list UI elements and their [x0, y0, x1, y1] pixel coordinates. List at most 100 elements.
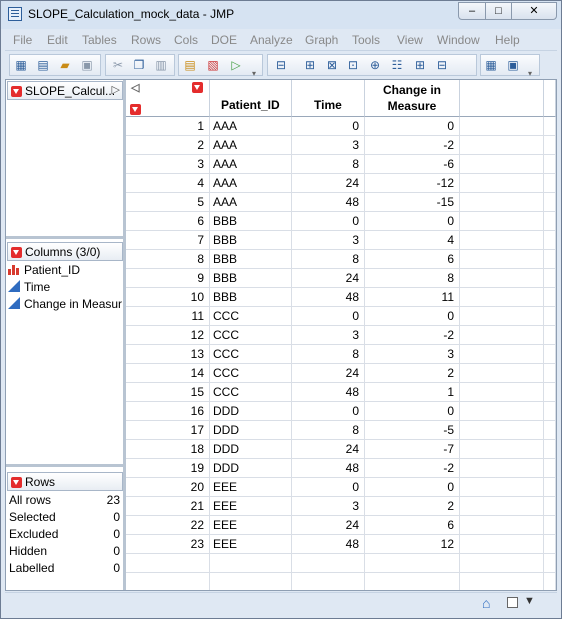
row-number[interactable]: 11 [126, 307, 210, 326]
panel-divider[interactable] [6, 236, 123, 239]
time-cell[interactable]: 24 [292, 269, 365, 288]
row-number[interactable]: 12 [126, 326, 210, 345]
change-in-measure-cell[interactable]: 2 [365, 497, 460, 516]
time-cell[interactable]: 3 [292, 231, 365, 250]
toolbar-grip-icon[interactable]: ▾ [252, 70, 260, 78]
data-table-icon[interactable]: ▤ [183, 58, 197, 72]
change-in-measure-cell[interactable]: -2 [365, 136, 460, 155]
patient-id-cell[interactable]: DDD [210, 459, 292, 478]
open-folder-icon[interactable]: ▰ [58, 58, 72, 72]
cut-icon[interactable]: ✂ [111, 58, 125, 72]
columns-red-triangle-icon[interactable] [192, 82, 203, 93]
fit-model-icon[interactable]: ⊠ [325, 58, 339, 72]
time-cell[interactable]: 48 [292, 383, 365, 402]
columns-panel-header[interactable]: Columns (3/0) [7, 242, 123, 261]
change-in-measure-cell[interactable]: 0 [365, 212, 460, 231]
select-all-arrow-icon[interactable]: ◁ [131, 81, 139, 94]
minimize-button[interactable]: – [458, 2, 486, 20]
change-in-measure-cell[interactable]: -6 [365, 155, 460, 174]
expand-arrow-icon[interactable]: ▷ [112, 83, 120, 96]
row-number[interactable]: 21 [126, 497, 210, 516]
menu-tables[interactable]: Tables [82, 33, 117, 47]
change-in-measure-cell[interactable]: 11 [365, 288, 460, 307]
menu-window[interactable]: Window [437, 33, 480, 47]
row-number[interactable]: 23 [126, 535, 210, 554]
change-in-measure-cell[interactable]: 3 [365, 345, 460, 364]
time-cell[interactable]: 48 [292, 193, 365, 212]
row-number[interactable]: 17 [126, 421, 210, 440]
tabulate-icon[interactable]: ▦ [484, 58, 498, 72]
change-in-measure-cell[interactable]: 0 [365, 402, 460, 421]
graph-builder-icon[interactable]: ⊞ [413, 58, 427, 72]
patient-id-cell[interactable]: BBB [210, 269, 292, 288]
menu-doe[interactable]: DOE [211, 33, 237, 47]
time-cell[interactable]: 0 [292, 117, 365, 136]
time-cell[interactable]: 24 [292, 440, 365, 459]
red-triangle-icon[interactable] [11, 477, 22, 488]
column-header-change-in-measure[interactable]: Change in Measure [365, 80, 460, 117]
time-cell[interactable]: 48 [292, 288, 365, 307]
patient-id-cell[interactable]: CCC [210, 307, 292, 326]
row-number[interactable]: 18 [126, 440, 210, 459]
row-number[interactable]: 1 [126, 117, 210, 136]
patient-id-cell[interactable]: BBB [210, 212, 292, 231]
time-cell[interactable]: 0 [292, 307, 365, 326]
rows-panel-header[interactable]: Rows [7, 472, 123, 491]
red-triangle-icon[interactable] [11, 86, 22, 97]
summary-icon[interactable]: ▣ [506, 58, 520, 72]
row-number[interactable]: 10 [126, 288, 210, 307]
row-number[interactable]: 9 [126, 269, 210, 288]
patient-id-cell[interactable]: AAA [210, 193, 292, 212]
time-cell[interactable]: 3 [292, 326, 365, 345]
row-number[interactable]: 2 [126, 136, 210, 155]
change-in-measure-cell[interactable]: 8 [365, 269, 460, 288]
patient-id-cell[interactable]: CCC [210, 383, 292, 402]
row-number[interactable]: 15 [126, 383, 210, 402]
multivariate-icon[interactable]: ⊡ [346, 58, 360, 72]
patient-id-cell[interactable]: DDD [210, 402, 292, 421]
change-in-measure-cell[interactable]: -12 [365, 174, 460, 193]
change-in-measure-cell[interactable]: 12 [365, 535, 460, 554]
patient-id-cell[interactable]: AAA [210, 136, 292, 155]
panel-divider[interactable] [6, 464, 123, 467]
row-number[interactable]: 20 [126, 478, 210, 497]
time-cell[interactable]: 48 [292, 459, 365, 478]
fit-y-by-x-icon[interactable]: ⊞ [303, 58, 317, 72]
change-in-measure-cell[interactable]: -2 [365, 326, 460, 345]
row-number[interactable]: 13 [126, 345, 210, 364]
change-in-measure-cell[interactable]: 4 [365, 231, 460, 250]
change-in-measure-cell[interactable]: 0 [365, 117, 460, 136]
menu-analyze[interactable]: Analyze [250, 33, 293, 47]
maximize-button[interactable]: □ [485, 2, 512, 20]
change-in-measure-cell[interactable]: 0 [365, 307, 460, 326]
row-number[interactable]: 3 [126, 155, 210, 174]
time-cell[interactable]: 8 [292, 345, 365, 364]
time-cell[interactable]: 3 [292, 136, 365, 155]
menu-edit[interactable]: Edit [47, 33, 68, 47]
menu-view[interactable]: View [397, 33, 423, 47]
row-header-corner[interactable]: ◁ [126, 80, 210, 117]
column-item-change-in-measure[interactable]: Change in Measur [8, 297, 122, 313]
menu-cols[interactable]: Cols [174, 33, 198, 47]
table-panel-header[interactable]: SLOPE_Calcul... ▷ [7, 81, 123, 100]
menu-tools[interactable]: Tools [352, 33, 380, 47]
row-number[interactable]: 14 [126, 364, 210, 383]
row-number[interactable]: 7 [126, 231, 210, 250]
menu-graph[interactable]: Graph [305, 33, 338, 47]
toolbar-grip-icon[interactable]: ▾ [528, 70, 536, 78]
patient-id-cell[interactable]: CCC [210, 345, 292, 364]
run-script-icon[interactable]: ▷ [229, 58, 243, 72]
time-cell[interactable]: 48 [292, 535, 365, 554]
time-cell[interactable]: 0 [292, 478, 365, 497]
change-in-measure-cell[interactable]: 6 [365, 516, 460, 535]
row-number[interactable]: 6 [126, 212, 210, 231]
patient-id-cell[interactable]: DDD [210, 440, 292, 459]
row-number[interactable]: 19 [126, 459, 210, 478]
column-item-patient-id[interactable]: Patient_ID [8, 263, 122, 279]
patient-id-cell[interactable]: AAA [210, 174, 292, 193]
patient-id-cell[interactable]: AAA [210, 117, 292, 136]
time-cell[interactable]: 24 [292, 174, 365, 193]
patient-id-cell[interactable]: EEE [210, 516, 292, 535]
new-table-icon[interactable]: ▦ [14, 58, 28, 72]
patient-id-cell[interactable]: EEE [210, 535, 292, 554]
